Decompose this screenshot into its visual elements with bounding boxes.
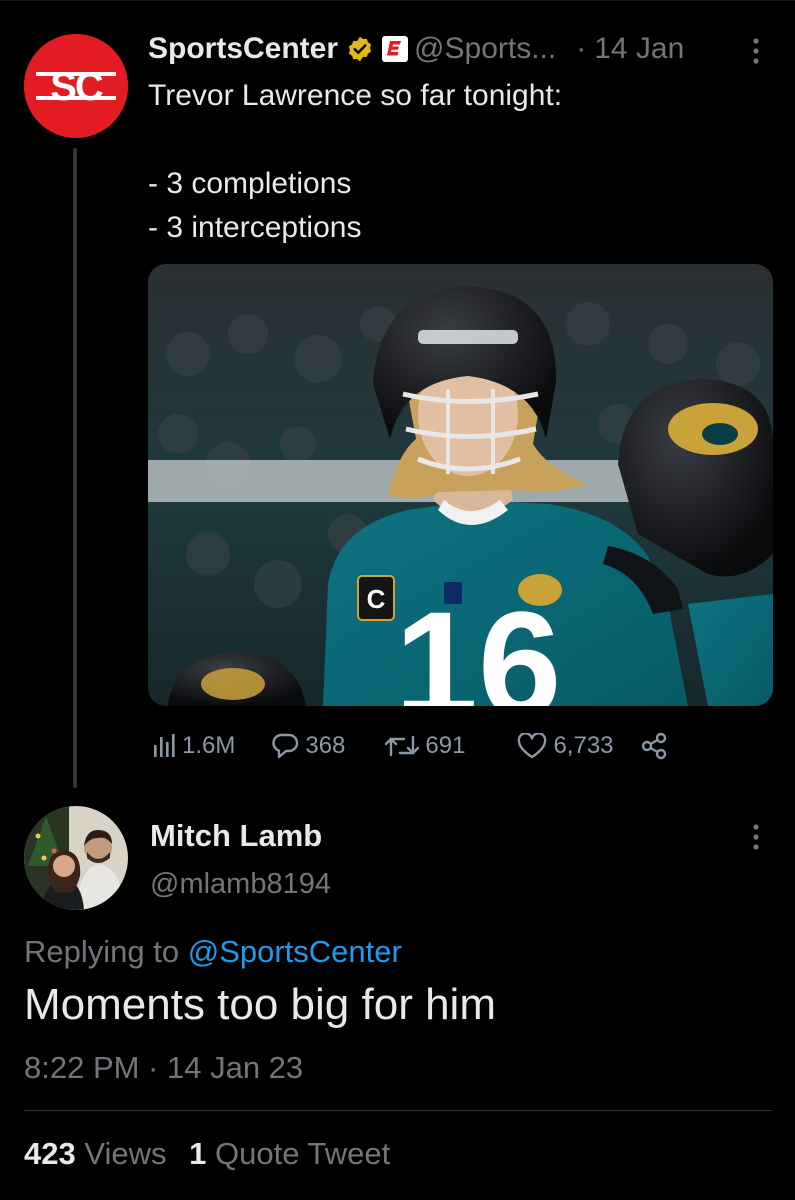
tweet-line: Trevor Lawrence so far tonight: <box>148 79 563 112</box>
share-action[interactable] <box>640 732 668 760</box>
quote-tweets-stat[interactable]: 1 Quote Tweet <box>189 1136 390 1171</box>
reply-author-name[interactable]: Mitch Lamb <box>150 818 322 854</box>
reply-author-avatar[interactable] <box>24 806 128 910</box>
top-divider <box>0 0 795 1</box>
views-count: 423 <box>24 1136 76 1171</box>
reply-author-handle[interactable]: @mlamb8194 <box>150 868 331 901</box>
replying-to: Replying to @SportsCenter <box>24 934 402 970</box>
quote-tweets-count: 1 <box>189 1136 207 1171</box>
retweet-icon <box>385 735 420 757</box>
like-action[interactable]: 6,733 <box>517 732 614 760</box>
tweet-text: Trevor Lawrence so far tonight: - 3 comp… <box>148 74 562 250</box>
reply-icon <box>272 733 299 759</box>
views-count: 1.6M <box>182 732 236 759</box>
verified-badge-icon <box>346 35 374 63</box>
replying-to-mention[interactable]: @SportsCenter <box>188 934 402 969</box>
reply-stats: 423 Views 1 Quote Tweet <box>24 1136 390 1172</box>
quote-tweets-label: Quote Tweet <box>215 1136 391 1171</box>
author-handle[interactable]: @Sports... <box>414 32 556 66</box>
reply-timestamp[interactable]: 8:22 PM · 14 Jan 23 <box>24 1050 303 1086</box>
tweet-date[interactable]: 14 Jan <box>594 32 684 66</box>
like-count: 6,733 <box>553 732 614 759</box>
tweet-line: - 3 completions <box>148 167 352 200</box>
tweet-header: SportsCenter @Sports... · 14 Jan <box>148 28 684 70</box>
analytics-icon <box>154 734 175 757</box>
stats-divider <box>24 1110 772 1111</box>
share-icon <box>641 732 666 760</box>
thread-connector <box>73 148 77 788</box>
captain-patch-letter: C <box>367 584 386 614</box>
tweet-media-photo[interactable]: C 16 <box>148 264 773 706</box>
retweet-action[interactable]: 691 <box>385 732 465 760</box>
author-name[interactable]: SportsCenter <box>148 32 338 66</box>
sportscenter-logo-text: SC <box>50 65 103 109</box>
separator-dot: · <box>576 32 587 65</box>
tweet-line: - 3 interceptions <box>148 211 362 244</box>
views-action[interactable]: 1.6M <box>152 732 235 760</box>
views-label: Views <box>84 1136 167 1171</box>
views-stat[interactable]: 423 Views <box>24 1136 175 1171</box>
jersey-number: 16 <box>395 580 562 706</box>
reply-count: 368 <box>305 732 346 759</box>
reply-text: Moments too big for him <box>24 980 496 1029</box>
sportscenter-logo: SC <box>24 34 128 138</box>
more-options-icon[interactable] <box>748 822 764 857</box>
reply-action[interactable]: 368 <box>271 732 345 760</box>
heart-icon <box>518 733 547 759</box>
tweet-actions: 1.6M 368 691 6,733 <box>152 728 668 764</box>
espn-badge-icon <box>382 36 409 62</box>
replying-to-label: Replying to <box>24 934 180 969</box>
more-options-icon[interactable] <box>748 36 764 71</box>
sportscenter-avatar[interactable]: SC <box>24 34 128 138</box>
retweet-count: 691 <box>425 732 466 759</box>
